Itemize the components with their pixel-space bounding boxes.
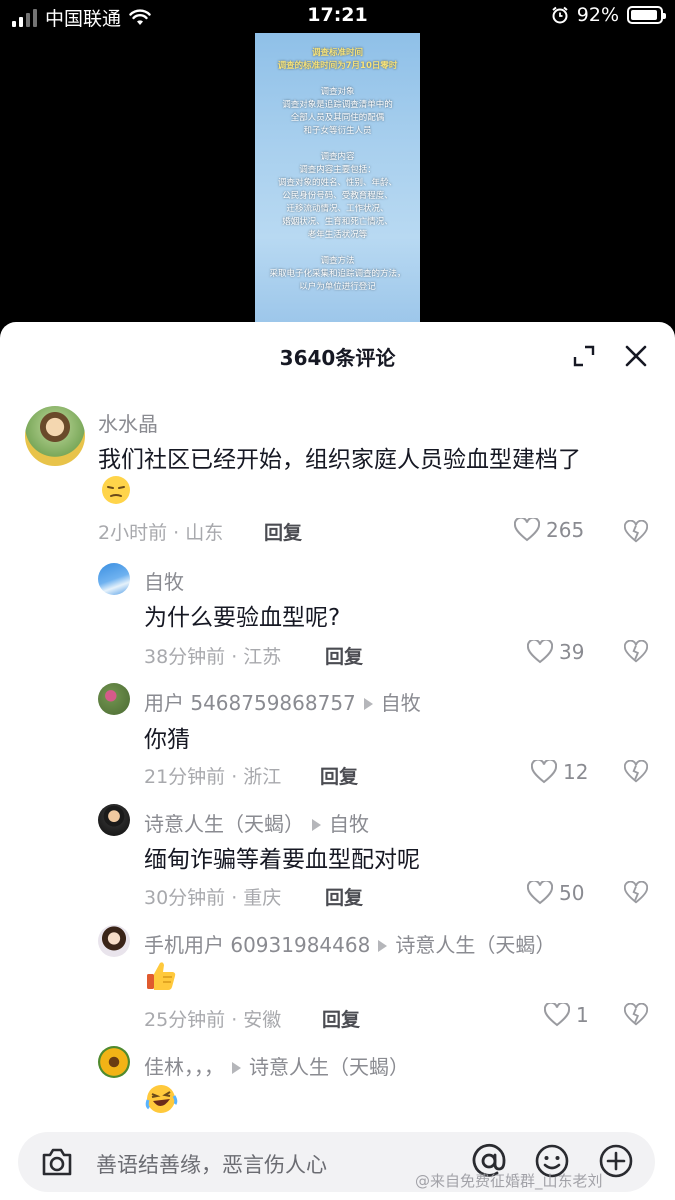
dislike-icon[interactable] [624,640,648,664]
comment-username[interactable]: 诗意人生（天蝎） 自牧 [144,808,369,837]
poster-spacer [255,242,420,255]
comment-text: 你猜 [144,727,190,753]
battery-percent: 92% [576,4,619,26]
poster-text-line: 调查对象是追踪调查清单中的 [282,100,393,110]
dislike-icon[interactable] [624,1003,648,1027]
like-count: 12 [563,760,589,784]
comment-text: 我们社区已经开始，组织家庭人员验血型建档了 [98,447,581,473]
like-count: 265 [546,518,585,542]
comment-text: 为什么要验血型呢? [144,605,341,631]
laughing-emoji-icon [144,1082,178,1114]
reply-arrow-icon [363,697,373,710]
heart-icon [531,760,557,784]
watermark: @来自免费征婚群_山东老刘 [415,1172,603,1190]
dislike-icon[interactable] [624,760,648,784]
comment-meta: 25分钟前 · 安徽 [144,1009,282,1031]
comment-sheet: 3640条评论 水水晶 我们社区已经开始，组织家庭人员验血型建档了 2小时前 ·… [0,322,675,1200]
video-thumbnail[interactable]: 调查标准时间调查的标准时间为7月10日零时 调查对象调查对象是追踪调查清单中的 全部… [255,33,420,325]
poster-text-line: 迁移流动情况、工作状况、 [286,204,389,214]
reply-arrow-icon [378,939,388,952]
comment-username[interactable]: 佳林，，， 诗意人生（天蝎） [144,1051,409,1080]
poster-text-line: 调查对象 [320,87,355,97]
camera-icon[interactable] [40,1146,74,1178]
reply-button[interactable]: 回复 [322,1005,360,1032]
poster-text-line: 调查内容主要包括： [299,165,376,175]
reply-arrow-icon [232,1061,241,1074]
like-button[interactable]: 265 [514,518,584,542]
comment-username[interactable]: 用户 5468759868757 自牧 [144,687,421,716]
avatar[interactable] [98,925,130,957]
avatar[interactable] [98,1046,130,1078]
avatar[interactable] [98,563,130,595]
comment-username[interactable]: 水水晶 [98,408,158,437]
comment-meta: 38分钟前 · 江苏 [144,646,282,668]
smirk-emoji-icon [100,474,132,506]
add-icon[interactable] [598,1143,634,1179]
avatar[interactable] [98,683,130,715]
comment-text: 缅甸诈骗等着要血型配对呢 [144,847,420,873]
comment-meta: 30分钟前 · 重庆 [144,887,282,909]
heart-icon [544,1003,570,1027]
like-button[interactable]: 50 [527,881,584,905]
alarm-icon [552,6,568,24]
reply-button[interactable]: 回复 [325,642,363,669]
heart-icon [527,881,553,905]
poster-text-line: 公民身份号码、受教育程度、 [282,191,393,201]
poster-text-line: 调查方法 [320,256,355,266]
poster-text-line: 调查标准时间 [311,48,363,58]
battery-icon [627,6,666,24]
thumbs-up-emoji-icon [144,959,176,991]
reply-arrow-icon [312,818,321,831]
poster-text-line: 调查内容 [320,152,355,162]
poster-text-line: 调查的标准时间为7月10日零时 [277,61,398,71]
poster-text-line: 和子女等衍生人员 [303,126,372,136]
reply-button[interactable]: 回复 [264,518,302,545]
heart-icon [514,518,540,542]
poster-spacer [255,73,420,86]
poster-text-line: 调查对象的姓名、性别、年龄、 [277,178,397,188]
like-count: 39 [559,640,585,664]
like-button[interactable]: 39 [527,640,584,664]
expand-icon[interactable] [572,344,596,368]
like-button[interactable]: 1 [544,1003,589,1027]
poster-text-line: 以户为单位进行登记 [299,282,376,292]
like-count: 1 [576,1003,589,1027]
status-bar: 中国联通 17:21 92% [0,0,675,34]
dislike-icon[interactable] [624,881,648,905]
poster-text-line: 婚姻状况、生育和死亡情况、 [282,217,393,227]
poster-text-line: 老年生活状况等 [307,230,368,240]
comment-meta: 2小时前 · 山东 [98,522,224,544]
poster-spacer [255,138,420,151]
comment-username[interactable]: 自牧 [144,566,184,595]
comment-input[interactable]: 善语结善缘，恶言伤人心 [96,1149,327,1179]
avatar[interactable] [25,406,85,466]
poster-text-line: 采取电子化采集和追踪调查的方法， [269,269,406,279]
dislike-icon[interactable] [624,520,648,544]
avatar[interactable] [98,804,130,836]
comment-meta: 21分钟前 · 浙江 [144,766,282,788]
reply-button[interactable]: 回复 [325,883,363,910]
like-count: 50 [559,881,585,905]
like-button[interactable]: 12 [531,760,588,784]
poster-text-line: 全部人员及其同住的配偶 [290,113,385,123]
close-icon[interactable] [624,344,648,368]
reply-button[interactable]: 回复 [320,762,358,789]
comment-username[interactable]: 手机用户 60931984468 诗意人生（天蝎） [144,929,555,958]
heart-icon [527,640,553,664]
